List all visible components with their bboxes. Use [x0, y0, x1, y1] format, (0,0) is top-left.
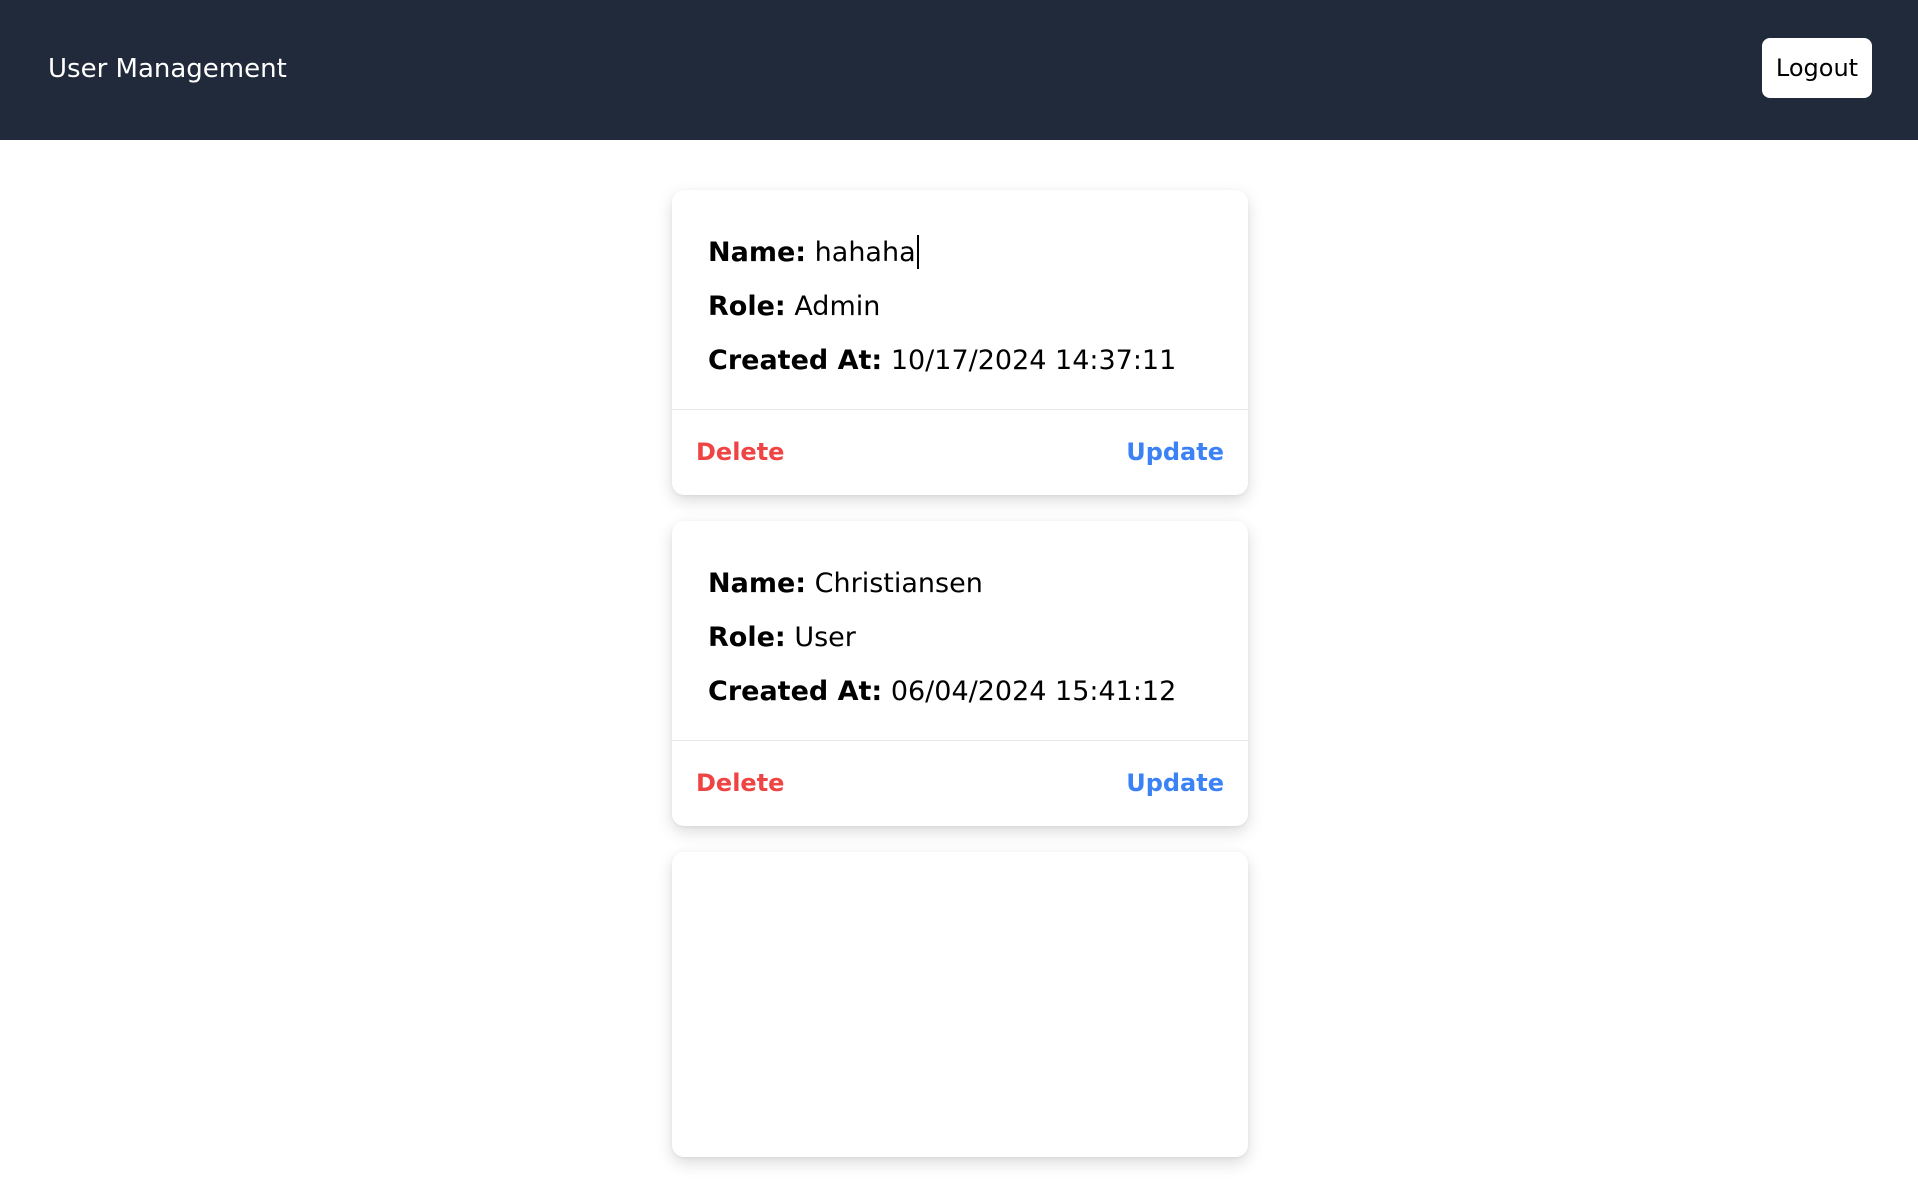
role-label: Role:: [708, 622, 786, 653]
user-name-value[interactable]: hahaha: [815, 237, 916, 268]
update-button[interactable]: Update: [1126, 741, 1224, 826]
user-card: Name: Christiansen Role: User Created At…: [672, 521, 1248, 826]
user-list: Name: hahaha Role: Admin Created At: 10/…: [672, 190, 1248, 1183]
user-card: Name: hahaha Role: Admin Created At: 10/…: [672, 190, 1248, 495]
user-name-row: Name: Christiansen: [708, 557, 1228, 611]
app-title: User Management: [48, 54, 287, 84]
user-role-row: Role: User: [708, 611, 1228, 665]
update-button[interactable]: Update: [1126, 410, 1224, 495]
delete-button[interactable]: Delete: [696, 741, 784, 826]
user-created-value: 06/04/2024 15:41:12: [890, 676, 1177, 707]
created-at-label: Created At:: [708, 345, 883, 376]
user-role-row: Role: Admin: [708, 280, 1228, 334]
created-at-label: Created At:: [708, 676, 883, 707]
card-actions: Delete Update: [696, 741, 1224, 826]
top-nav-bar: User Management Logout: [0, 0, 1918, 140]
delete-button[interactable]: Delete: [696, 410, 784, 495]
text-cursor: [916, 234, 919, 269]
logout-button[interactable]: Logout: [1762, 38, 1872, 98]
user-created-value: 10/17/2024 14:37:11: [890, 345, 1177, 376]
user-role-value: Admin: [794, 291, 881, 322]
user-name-value: Christiansen: [814, 568, 983, 599]
user-created-row: Created At: 10/17/2024 14:37:11: [708, 334, 1228, 388]
user-card-body: Name: Christiansen Role: User Created At…: [708, 557, 1228, 719]
name-label: Name:: [708, 237, 807, 268]
card-actions: Delete Update: [696, 410, 1224, 495]
user-created-row: Created At: 06/04/2024 15:41:12: [708, 665, 1228, 719]
role-label: Role:: [708, 291, 786, 322]
user-card: [672, 852, 1248, 1157]
name-label: Name:: [708, 568, 807, 599]
user-card-body: Name: hahaha Role: Admin Created At: 10/…: [708, 226, 1228, 388]
user-role-value: User: [794, 622, 856, 653]
user-name-row[interactable]: Name: hahaha: [708, 226, 1228, 280]
